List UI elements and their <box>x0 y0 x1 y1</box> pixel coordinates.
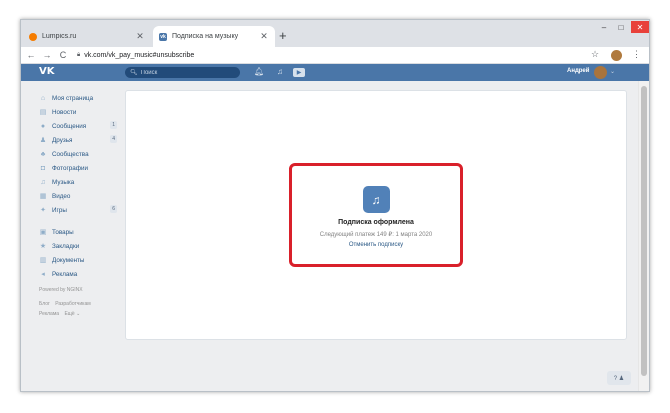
browser-window: Lumpics.ru ✕ vk Подписка на музыку ✕ + –… <box>20 19 650 392</box>
sidebar-item-label: Фотографии <box>52 164 88 172</box>
sidebar-item-label: Друзья <box>52 136 73 144</box>
forward-icon[interactable]: → <box>41 50 53 60</box>
count-badge: 4 <box>110 135 117 143</box>
next-payment-text: Следующий платеж 149 ₽: 1 марта 2020 <box>319 232 433 238</box>
sidebar-item-label: Новости <box>52 108 77 116</box>
games-icon: ✦ <box>40 207 46 214</box>
vk-favicon-icon: vk <box>159 32 167 41</box>
scrollbar-thumb[interactable] <box>641 86 647 376</box>
sidebar-item-label: Сообщества <box>52 150 89 158</box>
reload-icon[interactable]: C <box>57 50 69 60</box>
sidebar-item-my-page[interactable]: ⌂ Моя страница <box>39 91 119 105</box>
sidebar-item-label: Реклама <box>52 270 78 278</box>
sidebar-footer: Блог Разработчикам Реклама Ещё ⌄ <box>39 299 119 319</box>
footer-more-link[interactable]: Ещё ⌄ <box>64 311 80 317</box>
address-bar[interactable]: 🔒︎ vk.com/vk_pay_music#unsubscribe <box>77 52 194 59</box>
sidebar-item-bookmarks[interactable]: ★ Закладки <box>39 239 119 253</box>
main-content-panel: ♫ Подписка оформлена Следующий платеж 14… <box>125 90 627 340</box>
sidebar-item-photos[interactable]: ◘ Фотографии <box>39 161 119 175</box>
count-badge: 6 <box>110 205 117 213</box>
music-icon: ♫ <box>40 178 46 186</box>
vk-logo[interactable]: VK <box>39 66 55 77</box>
subscription-title: Подписка оформлена <box>338 219 414 226</box>
address-toolbar: ← → C 🔒︎ vk.com/vk_pay_music#unsubscribe… <box>21 47 649 64</box>
window-close-button[interactable]: ✕ <box>631 21 649 33</box>
sidebar-item-label: Видео <box>52 192 71 200</box>
sidebar-item-communities[interactable]: ♣ Сообщества <box>39 147 119 161</box>
tab-lumpics[interactable]: Lumpics.ru ✕ <box>23 26 151 47</box>
home-icon: ⌂ <box>40 94 46 102</box>
user-avatar[interactable] <box>594 66 607 79</box>
sidebar-item-video[interactable]: ▦ Видео <box>39 189 119 203</box>
search-icon: 🔍︎ <box>130 70 138 76</box>
footer-blog-link[interactable]: Блог <box>39 301 50 307</box>
page-scrollbar[interactable] <box>638 81 649 391</box>
friends-icon: ♟ <box>39 137 47 144</box>
sidebar-item-label: Музыка <box>52 178 75 186</box>
sidebar-item-label: Закладки <box>52 242 80 250</box>
bookmarks-icon: ★ <box>39 243 47 250</box>
sidebar-item-label: Товары <box>52 228 74 236</box>
documents-icon: ▥ <box>39 257 47 264</box>
sidebar-item-label: Документы <box>52 256 85 264</box>
count-badge: 1 <box>110 121 117 129</box>
side-navigation: ⌂ Моя страница ▤ Новости ● Сообщения 1 ♟… <box>39 91 119 319</box>
browser-menu-icon[interactable]: ⋮ <box>632 49 641 60</box>
chevron-down-icon[interactable]: ⌄ <box>610 68 615 75</box>
communities-icon: ♣ <box>40 150 46 158</box>
powered-by-text: Powered by NGINX <box>39 287 83 293</box>
tab-vk-music[interactable]: vk Подписка на музыку ✕ <box>153 26 275 47</box>
tab-strip: Lumpics.ru ✕ vk Подписка на музыку ✕ + –… <box>21 20 649 47</box>
footer-developers-link[interactable]: Разработчикам <box>55 301 91 307</box>
sidebar-item-games[interactable]: ✦ Игры 6 <box>39 203 119 217</box>
cancel-subscription-link[interactable]: Отменить подписку <box>294 242 458 248</box>
tab-title: Lumpics.ru <box>42 33 77 40</box>
minimize-button[interactable]: – <box>597 21 611 33</box>
sidebar-item-label: Моя страница <box>52 94 94 102</box>
music-note-icon: ♫ <box>362 186 390 213</box>
photos-icon: ◘ <box>40 164 46 172</box>
back-icon[interactable]: ← <box>25 50 37 60</box>
maximize-button[interactable]: □ <box>614 21 628 33</box>
messages-icon: ● <box>40 122 46 130</box>
sidebar-item-music[interactable]: ♫ Музыка <box>39 175 119 189</box>
sidebar-item-label: Игры <box>52 206 67 214</box>
sidebar-item-goods[interactable]: ▣ Товары <box>39 225 119 239</box>
notifications-bell-icon[interactable]: 🔔︎ <box>254 67 264 76</box>
vk-header: VK 🔍︎ 🔔︎ ♫ ▶ Андрей ⌄ <box>21 64 649 81</box>
ads-icon: ◂ <box>41 271 45 278</box>
bookmark-star-icon[interactable]: ☆ <box>591 49 599 60</box>
play-icon[interactable]: ▶ <box>293 68 305 77</box>
subscription-card: ♫ Подписка оформлена Следующий платеж 14… <box>294 186 458 248</box>
sidebar-item-documents[interactable]: ▥ Документы <box>39 253 119 267</box>
sidebar-item-friends[interactable]: ♟ Друзья 4 <box>39 133 119 147</box>
page-body: ⌂ Моя страница ▤ Новости ● Сообщения 1 ♟… <box>21 81 638 391</box>
tab-close-icon[interactable]: ✕ <box>259 31 269 42</box>
url-text: vk.com/vk_pay_music#unsubscribe <box>84 51 195 59</box>
new-tab-button[interactable]: + <box>279 28 287 43</box>
sidebar-divider <box>39 217 119 225</box>
tab-title: Подписка на музыку <box>172 33 239 40</box>
sidebar-item-ads[interactable]: ◂ Реклама <box>39 267 119 281</box>
sidebar-item-label: Сообщения <box>52 122 87 130</box>
profile-avatar-icon[interactable] <box>611 50 622 61</box>
sidebar-item-messages[interactable]: ● Сообщения 1 <box>39 119 119 133</box>
tab-close-icon[interactable]: ✕ <box>135 31 145 42</box>
lumpics-favicon-icon <box>29 32 37 41</box>
goods-icon: ▣ <box>39 229 47 236</box>
sidebar-item-news[interactable]: ▤ Новости <box>39 105 119 119</box>
news-icon: ▤ <box>39 109 47 116</box>
music-note-icon[interactable]: ♫ <box>277 67 283 76</box>
video-icon: ▦ <box>39 193 47 200</box>
help-button[interactable]: ? ♟ <box>607 371 631 385</box>
search-box[interactable]: 🔍︎ <box>125 67 240 78</box>
footer-ads-link[interactable]: Реклама <box>39 311 59 317</box>
search-input[interactable] <box>140 69 231 76</box>
lock-icon: 🔒︎ <box>77 51 81 58</box>
user-name[interactable]: Андрей <box>567 68 589 74</box>
